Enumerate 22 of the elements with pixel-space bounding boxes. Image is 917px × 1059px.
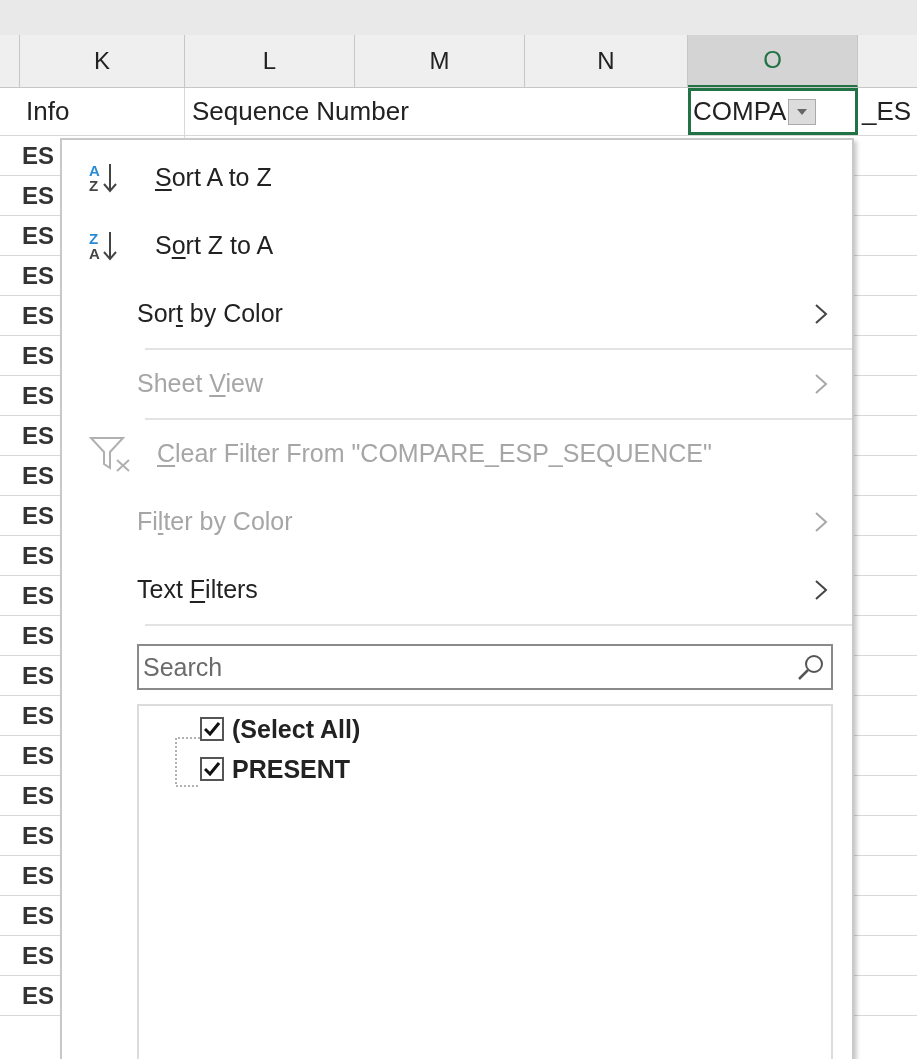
table-cell-text: _ES xyxy=(860,95,913,128)
chevron-right-icon xyxy=(814,373,828,395)
chevron-right-icon xyxy=(814,303,828,325)
chevron-right-icon xyxy=(814,511,828,533)
column-header[interactable]: K xyxy=(20,35,185,87)
checkbox[interactable] xyxy=(200,717,224,741)
column-header[interactable]: M xyxy=(355,35,525,87)
value-label[interactable]: PRESENT xyxy=(232,756,351,782)
search-icon xyxy=(797,653,825,681)
active-cell[interactable]: COMPA xyxy=(688,88,858,135)
table-cell-text: Sequence Number xyxy=(191,95,410,128)
column-header[interactable]: O xyxy=(688,35,858,87)
cell-text: COMPA xyxy=(693,95,787,128)
tree-connector-icon xyxy=(174,736,200,788)
checkbox[interactable] xyxy=(200,757,224,781)
value-label[interactable]: (Select All) xyxy=(232,716,361,742)
table-cell: Info xyxy=(20,88,185,135)
caret-down-icon xyxy=(797,108,808,115)
filter-dropdown-button[interactable] xyxy=(788,98,817,125)
chevron-right-icon xyxy=(814,579,828,601)
column-header[interactable]: L xyxy=(185,35,355,87)
search-field[interactable]: Search xyxy=(137,644,833,690)
